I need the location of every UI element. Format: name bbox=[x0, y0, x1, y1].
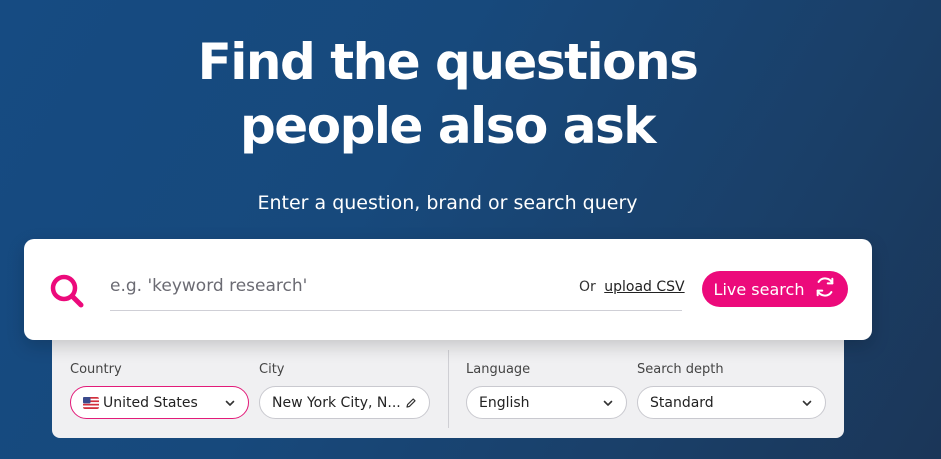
upload-csv-link[interactable]: upload CSV bbox=[604, 279, 684, 295]
hero-title: Find the questions people also ask bbox=[0, 30, 895, 158]
refresh-icon bbox=[814, 276, 836, 302]
city-label: City bbox=[259, 362, 285, 377]
language-label: Language bbox=[466, 362, 531, 377]
search-depth-value: Standard bbox=[650, 394, 714, 411]
options-divider bbox=[448, 350, 449, 428]
hero-subtitle: Enter a question, brand or search query bbox=[257, 192, 638, 214]
search-depth-label: Search depth bbox=[637, 362, 724, 377]
hero-title-line2: people also ask bbox=[240, 97, 656, 155]
us-flag-icon bbox=[83, 396, 99, 409]
hero-title-line1: Find the questions bbox=[197, 33, 699, 91]
language-select[interactable]: English bbox=[466, 386, 627, 419]
search-icon bbox=[48, 272, 86, 310]
chevron-down-icon bbox=[225, 400, 235, 406]
search-card: Or upload CSV Live search bbox=[24, 239, 872, 340]
live-search-button[interactable]: Live search bbox=[702, 271, 848, 307]
city-value: New York City, N... bbox=[272, 394, 401, 411]
chevron-down-icon bbox=[802, 400, 812, 406]
country-label: Country bbox=[70, 362, 122, 377]
search-depth-select[interactable]: Standard bbox=[637, 386, 826, 419]
live-search-label: Live search bbox=[713, 279, 805, 299]
or-label: Or bbox=[579, 279, 596, 295]
country-value: United States bbox=[103, 394, 198, 411]
chevron-down-icon bbox=[603, 400, 613, 406]
search-options-panel: Country United States City New York City… bbox=[52, 340, 844, 438]
language-value: English bbox=[479, 394, 530, 411]
pencil-icon[interactable] bbox=[405, 397, 417, 409]
city-field[interactable]: New York City, N... bbox=[259, 386, 430, 419]
upload-csv-text: Or upload CSV bbox=[579, 279, 685, 295]
country-select[interactable]: United States bbox=[70, 386, 249, 419]
